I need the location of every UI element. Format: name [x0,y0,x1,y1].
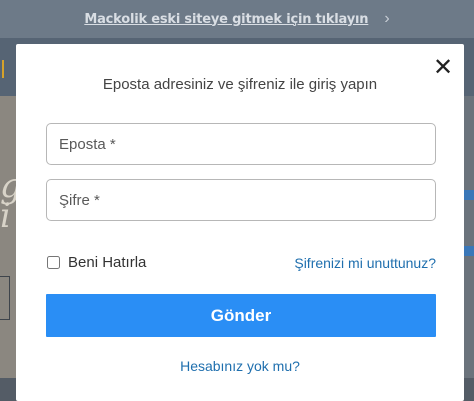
signup-link[interactable]: Hesabınız yok mu? [16,358,464,374]
chevron-right-icon[interactable]: › [384,10,389,28]
remember-me: Beni Hatırla [46,254,146,271]
background-accent [2,60,4,78]
background-left-edge: gi [0,96,22,378]
remember-checkbox[interactable] [47,256,60,269]
background-right-edge [464,96,474,378]
background-box-fragment [0,276,10,320]
close-icon[interactable]: ✕ [432,55,454,79]
email-field[interactable] [46,123,436,165]
forgot-password-link[interactable]: Şifrenizi mi unuttunuz? [294,255,436,271]
login-modal: ✕ Eposta adresiniz ve şifreniz ile giriş… [16,44,464,401]
submit-button[interactable]: Gönder [46,294,436,337]
background-stripe [464,246,474,256]
background-stripe [464,190,474,200]
old-site-link[interactable]: Mackolik eski siteye gitmek için tıklayı… [84,12,368,27]
remember-label[interactable]: Beni Hatırla [68,254,146,271]
old-site-banner: Mackolik eski siteye gitmek için tıklayı… [0,0,474,38]
login-title: Eposta adresiniz ve şifreniz ile giriş y… [102,76,378,93]
password-field[interactable] [46,179,436,221]
